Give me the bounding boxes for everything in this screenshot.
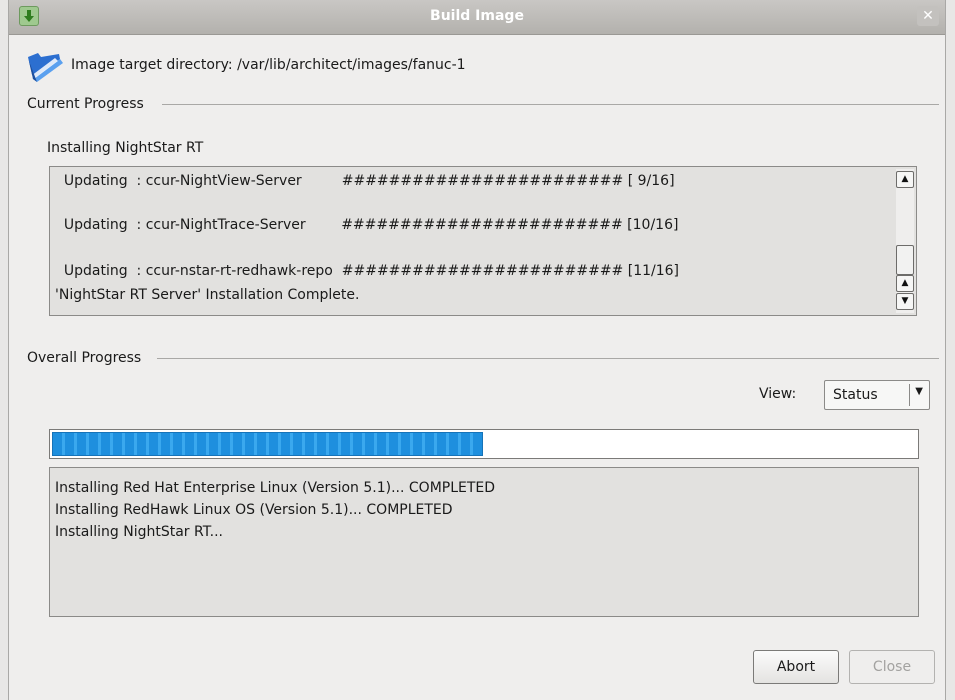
image-target-directory: Image target directory: /var/lib/archite… bbox=[71, 57, 466, 73]
overall-progress-label: Overall Progress bbox=[27, 350, 142, 366]
build-image-dialog: Build Image ✕ Image target directory: /v… bbox=[8, 0, 946, 700]
log-line: 'NightStar RT Server' Installation Compl… bbox=[55, 287, 360, 303]
scroll-thumb[interactable] bbox=[896, 245, 914, 275]
current-progress-label: Current Progress bbox=[27, 96, 144, 112]
log-scrollbar[interactable]: ▲ ▲ ▼ bbox=[896, 169, 914, 313]
abort-button[interactable]: Abort bbox=[753, 650, 839, 684]
chevron-down-icon[interactable]: ▼ bbox=[915, 386, 923, 397]
progress-fill bbox=[52, 432, 483, 456]
log-line: Updating : ccur-NightTrace-Server ######… bbox=[55, 217, 679, 233]
status-line: Installing RedHawk Linux OS (Version 5.1… bbox=[55, 502, 453, 518]
folder-icon bbox=[25, 49, 65, 89]
view-select[interactable]: Status ▼ bbox=[824, 380, 930, 410]
title-bar[interactable]: Build Image ✕ bbox=[9, 0, 945, 35]
overall-progress-divider bbox=[157, 358, 939, 359]
status-line: Installing NightStar RT... bbox=[55, 524, 223, 540]
install-log[interactable]: Updating : ccur-NightView-Server #######… bbox=[49, 166, 917, 316]
close-button[interactable]: Close bbox=[849, 650, 935, 684]
scroll-up-icon[interactable]: ▲ bbox=[896, 171, 914, 188]
log-line: Updating : ccur-nstar-rt-redhawk-repo ##… bbox=[55, 263, 680, 279]
current-progress-divider bbox=[162, 104, 939, 105]
view-select-value: Status bbox=[833, 387, 878, 403]
view-select-divider bbox=[909, 384, 910, 406]
window-title: Build Image bbox=[430, 8, 524, 24]
view-label: View: bbox=[759, 386, 797, 402]
status-line: Installing Red Hat Enterprise Linux (Ver… bbox=[55, 480, 496, 496]
current-step-label: Installing NightStar RT bbox=[47, 140, 204, 156]
status-log[interactable]: Installing Red Hat Enterprise Linux (Ver… bbox=[49, 467, 919, 617]
log-line: Updating : ccur-NightView-Server #######… bbox=[55, 173, 675, 189]
scroll-up-icon[interactable]: ▲ bbox=[896, 275, 914, 292]
window-close-button[interactable]: ✕ bbox=[917, 6, 939, 26]
overall-progress-bar bbox=[49, 429, 919, 459]
scroll-down-icon[interactable]: ▼ bbox=[896, 293, 914, 310]
